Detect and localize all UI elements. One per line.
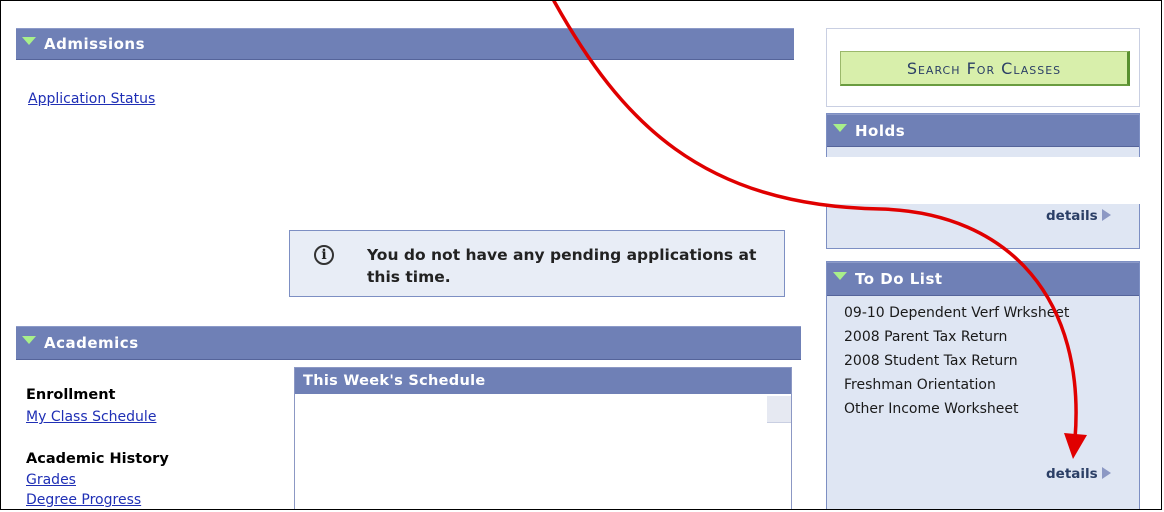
todo-panel: To Do List 09-10 Dependent Verf Wrksheet…: [826, 261, 1140, 509]
holds-header[interactable]: Holds: [827, 114, 1139, 147]
list-item[interactable]: Other Income Worksheet: [844, 400, 1134, 419]
info-icon: i: [314, 245, 334, 265]
list-item[interactable]: 2008 Parent Tax Return: [844, 328, 1134, 347]
todo-list: 09-10 Dependent Verf Wrksheet 2008 Paren…: [844, 304, 1134, 424]
right-arrow-icon: [1101, 209, 1111, 221]
collapse-triangle-icon[interactable]: [833, 272, 847, 280]
collapse-triangle-icon[interactable]: [22, 336, 36, 344]
search-panel: Search For Classes: [826, 28, 1140, 107]
collapse-triangle-icon[interactable]: [833, 123, 847, 132]
my-class-schedule-link[interactable]: My Class Schedule: [26, 409, 156, 425]
info-message-text: You do not have any pending applications…: [367, 246, 757, 286]
holds-content-blank: [823, 157, 1161, 204]
schedule-blank-area: [295, 394, 767, 509]
holds-details-link[interactable]: details: [1046, 208, 1111, 224]
academics-header[interactable]: Academics: [16, 326, 801, 360]
search-for-classes-button[interactable]: Search For Classes: [840, 51, 1130, 86]
student-center-page: Admissions Application Status i You do n…: [0, 0, 1162, 510]
list-item[interactable]: Freshman Orientation: [844, 376, 1134, 395]
details-label: details: [1046, 208, 1098, 224]
weekly-schedule-panel: This Week's Schedule: [294, 367, 792, 509]
weekly-schedule-header: This Week's Schedule: [295, 368, 791, 394]
right-arrow-icon: [1101, 467, 1111, 479]
details-label: details: [1046, 466, 1098, 482]
list-item[interactable]: 09-10 Dependent Verf Wrksheet: [844, 304, 1134, 323]
academics-title: Academics: [44, 334, 139, 352]
todo-details-link[interactable]: details: [1046, 466, 1111, 482]
academic-history-label: Academic History: [26, 451, 169, 467]
admissions-title: Admissions: [44, 35, 146, 53]
list-item[interactable]: 2008 Student Tax Return: [844, 352, 1134, 371]
admissions-header[interactable]: Admissions: [16, 28, 794, 60]
grades-link[interactable]: Grades: [26, 472, 76, 488]
degree-progress-link[interactable]: Degree Progress: [26, 492, 141, 508]
holds-title: Holds: [855, 121, 906, 140]
enrollment-label: Enrollment: [26, 387, 116, 403]
holds-panel: Holds details: [823, 113, 1161, 249]
schedule-row: [767, 396, 791, 423]
todo-title: To Do List: [855, 270, 943, 288]
collapse-triangle-icon[interactable]: [22, 37, 36, 45]
application-status-link[interactable]: Application Status: [28, 91, 155, 107]
info-message-box: i You do not have any pending applicatio…: [289, 230, 785, 297]
todo-header[interactable]: To Do List: [827, 262, 1139, 296]
